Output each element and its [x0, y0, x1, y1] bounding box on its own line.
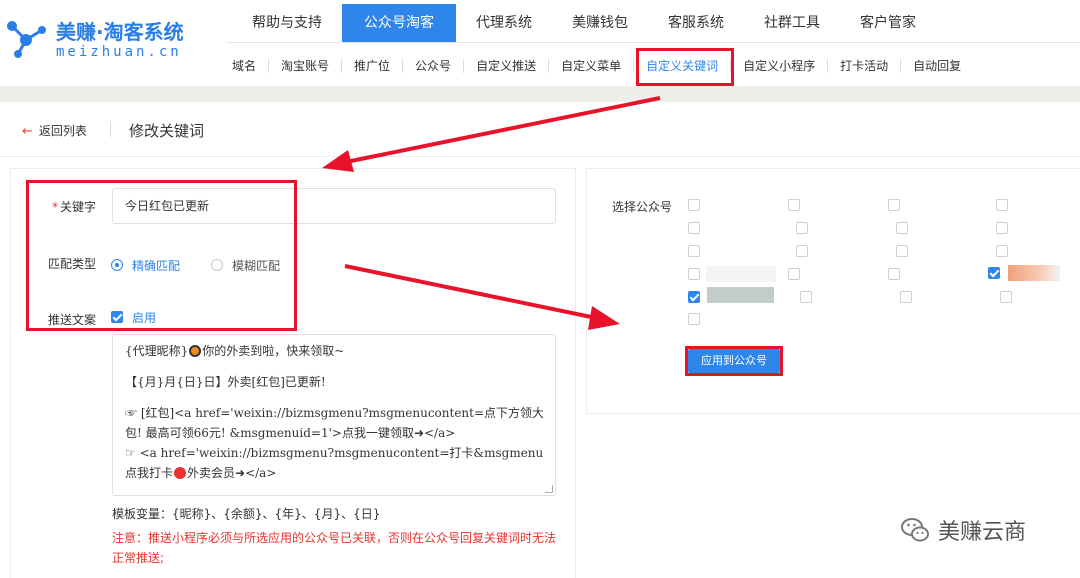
breadcrumb-divider [110, 121, 111, 137]
account-checkbox[interactable] [888, 268, 900, 280]
wechat-icon [901, 518, 929, 542]
arrow-to-form-icon [322, 96, 661, 172]
select-account-label: 选择公众号 [612, 200, 673, 214]
account-checkbox[interactable] [800, 291, 812, 303]
content-line-2: 【{月}月{日}日】外卖[红包]已更新! [125, 375, 326, 389]
account-checkbox[interactable] [996, 222, 1008, 234]
nav-customer-service[interactable]: 客服系统 [648, 4, 744, 42]
highlight-apply-button [685, 346, 783, 376]
account-checkbox[interactable] [796, 222, 808, 234]
account-checkbox[interactable] [1000, 291, 1012, 303]
account-checkbox[interactable] [688, 245, 700, 257]
watermark-text: 美赚云商 [938, 520, 1027, 545]
template-variables: 模板变量：{昵称}、{余额}、{年}、{月}、{日} [112, 507, 381, 521]
push-content-textarea[interactable]: {代理昵称} 你的外卖到啦，快来领取~ 【{月}月{日}日】外卖[红包]已更新! … [112, 334, 556, 496]
nav-help-support[interactable]: 帮助与支持 [232, 4, 342, 42]
subnav-promo-position[interactable]: 推广位 [342, 59, 404, 73]
account-checkbox-checked[interactable] [988, 267, 1000, 279]
content-line-1: {代理昵称} 你的外卖到啦，快来领取~ [125, 344, 345, 358]
brand-name: 美赚·淘客系统 [56, 20, 184, 44]
blurred-account-name [706, 266, 776, 282]
arrow-left-icon: ← [22, 124, 33, 139]
subnav-checkin-activity[interactable]: 打卡活动 [828, 59, 902, 73]
back-to-list-link[interactable]: ← 返回列表 [22, 122, 87, 139]
back-label: 返回列表 [38, 124, 87, 138]
account-checkbox[interactable] [900, 291, 912, 303]
content-line-5: ☞ <a href='weixin://bizmsgmenu?msgmenuco… [125, 446, 543, 460]
subnav-custom-miniprogram[interactable]: 自定义小程序 [731, 59, 829, 73]
blurred-account-name [707, 287, 774, 303]
content-line-3: ☞ [红包]<a href='weixin://bizmsgmenu?msgme… [125, 406, 543, 420]
top-navigation: 帮助与支持 公众号淘客 代理系统 美赚钱包 客服系统 社群工具 客户管家 [232, 4, 936, 42]
subnav-domain[interactable]: 域名 [220, 59, 270, 73]
account-checkbox[interactable] [788, 199, 800, 211]
nav-divider [226, 42, 1080, 43]
nav-agent-system[interactable]: 代理系统 [456, 4, 552, 42]
subnav-taobao-account[interactable]: 淘宝账号 [269, 59, 343, 73]
account-checkbox[interactable] [996, 245, 1008, 257]
highlight-form-fields [26, 180, 297, 331]
breadcrumb-underline [0, 156, 1080, 157]
header-separator [0, 86, 1080, 102]
warning-note: 注意：推送小程序必须与所选应用的公众号已关联，否则在公众号回复关键词时无法正常推… [112, 531, 557, 565]
nav-mp-taoke[interactable]: 公众号淘客 [342, 4, 456, 42]
resize-handle[interactable] [545, 485, 553, 493]
nav-customer-manager[interactable]: 客户管家 [840, 4, 936, 42]
blurred-account-name [1008, 265, 1060, 281]
page-title: 修改关键词 [129, 122, 205, 140]
clock-emoji-icon [189, 345, 202, 357]
highlight-keyword-tab [636, 48, 734, 86]
subnav-official-account[interactable]: 公众号 [403, 59, 465, 73]
account-checkbox[interactable] [688, 199, 700, 211]
account-checkbox[interactable] [688, 268, 700, 280]
account-checkbox[interactable] [796, 245, 808, 257]
brand-domain: meizhuan.cn [56, 44, 182, 60]
content-line-6: 点我打卡 外卖会员➜</a> [125, 466, 277, 480]
subnav-custom-push[interactable]: 自定义推送 [464, 59, 550, 73]
account-checkbox-checked[interactable] [688, 291, 700, 303]
nav-community-tools[interactable]: 社群工具 [744, 4, 840, 42]
account-checkbox[interactable] [896, 222, 908, 234]
subnav-auto-reply[interactable]: 自动回复 [901, 59, 973, 73]
sub-navigation: 域名 淘宝账号 推广位 公众号 自定义推送 自定义菜单 自定义关键词 自定义小程… [220, 52, 973, 80]
account-checkbox[interactable] [888, 199, 900, 211]
account-checkbox[interactable] [688, 222, 700, 234]
account-checkbox[interactable] [788, 268, 800, 280]
red-badge-emoji-icon [174, 467, 187, 479]
subnav-custom-menu[interactable]: 自定义菜单 [549, 59, 635, 73]
nav-wallet[interactable]: 美赚钱包 [552, 4, 648, 42]
logo-molecule-icon [7, 21, 46, 58]
account-checkbox[interactable] [688, 313, 700, 325]
account-checkbox[interactable] [896, 245, 908, 257]
account-checkbox[interactable] [996, 199, 1008, 211]
brand-logo[interactable]: 美赚·淘客系统 meizhuan.cn [4, 12, 204, 64]
content-line-4: 包! 最高可领66元! &msgmenuid=1'>点我一键领取➜</a> [125, 426, 456, 440]
